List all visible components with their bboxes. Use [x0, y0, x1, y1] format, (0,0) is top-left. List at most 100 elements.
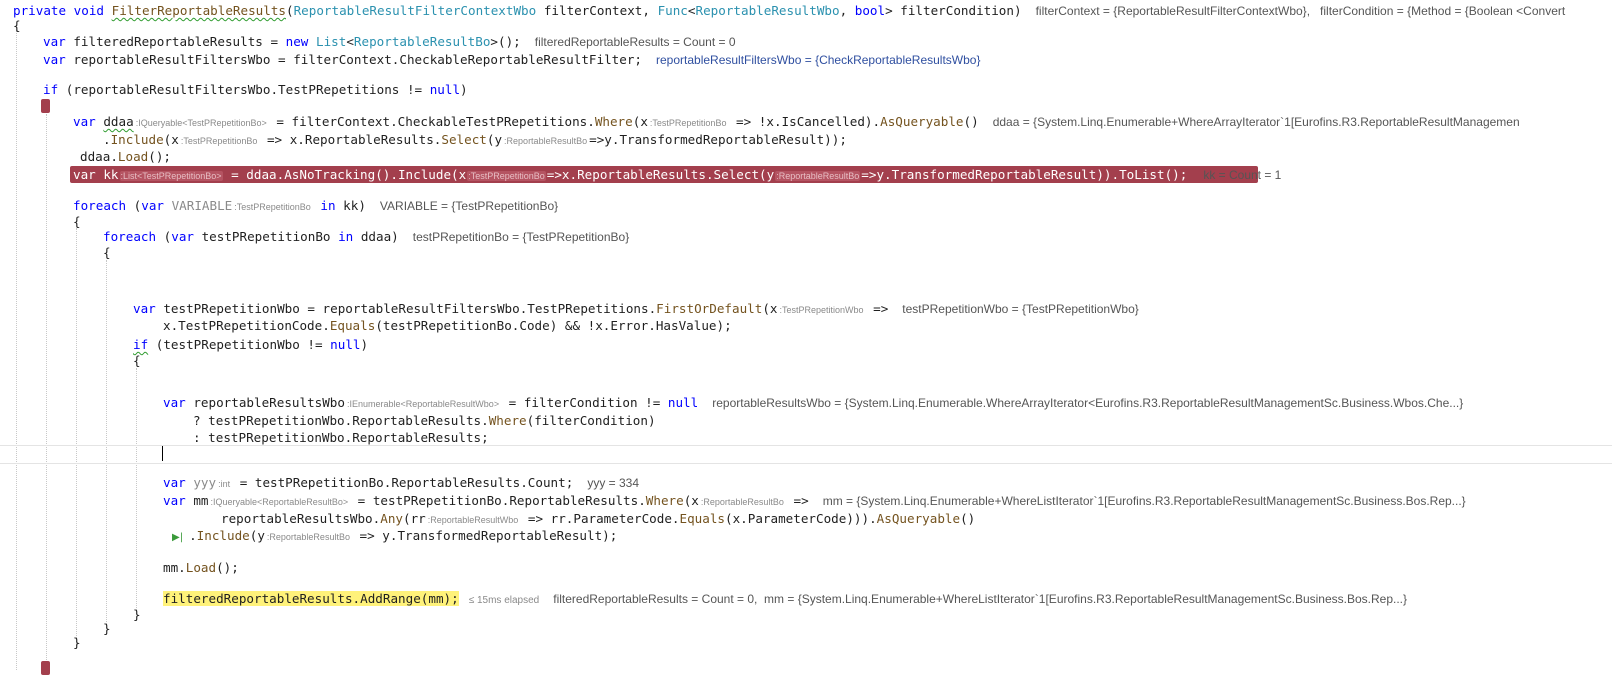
keyword: private — [13, 3, 67, 18]
code-line-brace[interactable]: { — [103, 244, 111, 262]
method-call[interactable]: Where — [646, 493, 684, 508]
code-line[interactable]: var filteredReportableResults = new List… — [43, 33, 736, 51]
method-call[interactable]: Include — [111, 132, 164, 147]
code-text: ddaa) — [353, 229, 399, 244]
code-line[interactable]: ▶| .Include(y:ReportableResultBo => y.Tra… — [172, 527, 617, 545]
code-line[interactable]: var testPRepetitionWbo = reportableResul… — [133, 300, 1139, 318]
code-text: (x — [683, 493, 699, 508]
code-text: testPRepetitionWbo = reportableResultFil… — [155, 301, 657, 316]
debug-value-hint[interactable]: yyy = 334 — [587, 476, 639, 490]
debug-value-hint[interactable]: reportableResultFiltersWbo = {CheckRepor… — [656, 53, 981, 67]
code-line-brace[interactable]: { — [133, 352, 141, 370]
brace: { — [133, 353, 141, 368]
code-text: ddaa. — [80, 149, 118, 164]
debug-value-hint[interactable]: filteredReportableResults = Count = 0, m… — [553, 592, 1407, 606]
keyword: in — [320, 198, 336, 213]
method-call[interactable]: FirstOrDefault — [656, 301, 762, 316]
inlay-type-hint: :ReportableResultWbo — [427, 515, 519, 525]
code-line[interactable]: : testPRepetitionWbo.ReportableResults; — [193, 429, 489, 447]
inlay-type-hint: :int — [218, 479, 231, 489]
code-editor[interactable]: private void FilterReportableResults(Rep… — [0, 0, 1612, 696]
code-line[interactable]: var ddaa:IQueryable<TestPRepetitionBo> =… — [73, 113, 1520, 131]
debug-value-hint[interactable]: testPRepetitionWbo = {TestPRepetitionWbo… — [902, 302, 1138, 316]
code-text: ( — [126, 198, 142, 213]
method-call[interactable]: Where — [489, 413, 527, 428]
code-text: ? testPRepetitionWbo.ReportableResults. — [193, 413, 489, 428]
code-text: (rr — [402, 511, 426, 526]
code-line[interactable]: var reportableResultFiltersWbo = filterC… — [43, 51, 981, 69]
indent-guide — [76, 228, 77, 646]
debug-value-hint[interactable]: filteredReportableResults = Count = 0 — [535, 35, 736, 49]
debug-value-hint[interactable]: testPRepetitionBo = {TestPRepetitionBo} — [413, 230, 629, 244]
method-call[interactable]: Equals — [680, 511, 726, 526]
code-line-if[interactable]: if (reportableResultFiltersWbo.TestPRepe… — [43, 81, 468, 99]
code-text: (testPRepetitionBo.Code) && !x.Error.Has… — [375, 318, 732, 333]
code-text: (reportableResultFiltersWbo.TestPRepetit… — [58, 82, 430, 97]
code-line-brace[interactable]: { — [13, 17, 21, 35]
type-name[interactable]: ReportableResultBo — [354, 34, 490, 49]
indent-guide — [16, 30, 17, 670]
variable-name[interactable]: VARIABLE — [172, 198, 233, 213]
type-name[interactable]: List — [316, 34, 346, 49]
code-line-current-statement[interactable]: filteredReportableResults.AddRange(mm); ≤… — [163, 590, 1407, 608]
debug-value-hint[interactable]: filterCondition = {Method = {Boolean <Co… — [1320, 4, 1565, 18]
run-to-click-icon[interactable]: ▶| — [172, 532, 183, 543]
debug-value-hint[interactable]: mm = {System.Linq.Enumerable+WhereListIt… — [823, 494, 1466, 508]
debug-value-hint[interactable]: VARIABLE = {TestPRepetitionBo} — [380, 199, 558, 213]
type-name[interactable]: Func — [658, 3, 688, 18]
code-line-brace[interactable]: } — [73, 634, 81, 652]
method-call[interactable]: Where — [595, 114, 633, 129]
code-line[interactable]: var yyy:int = testPRepetitionBo.Reportab… — [163, 474, 639, 492]
method-name[interactable]: FilterReportableResults — [112, 3, 286, 18]
variable-name[interactable]: ddaa — [103, 114, 133, 129]
code-line[interactable]: ? testPRepetitionWbo.ReportableResults.W… — [193, 412, 656, 430]
type-name[interactable]: ReportableResultWbo — [696, 3, 840, 18]
code-line-brace[interactable]: { — [73, 213, 81, 231]
method-call[interactable]: Include — [197, 528, 250, 543]
code-line[interactable]: x.TestPRepetitionCode.Equals(testPRepeti… — [163, 317, 732, 335]
type-name[interactable]: ReportableResultFilterContextWbo — [294, 3, 537, 18]
code-line[interactable]: mm.Load(); — [163, 559, 239, 577]
method-call[interactable]: Load — [186, 560, 216, 575]
method-call[interactable]: Select — [441, 132, 487, 147]
keyword: var — [73, 114, 96, 129]
debug-value-hint[interactable]: kk = Count = 1 — [1203, 168, 1281, 182]
code-text: = filterContext.CheckableTestPRepetition… — [268, 114, 595, 129]
keyword: var — [141, 198, 164, 213]
code-line[interactable]: reportableResultsWbo.Any(rr:ReportableRe… — [221, 510, 975, 528]
debug-value-hint[interactable]: filterContext = {ReportableResultFilterC… — [1036, 4, 1310, 18]
code-line-foreach[interactable]: foreach (var VARIABLE:TestPRepetitionBo … — [73, 197, 558, 215]
perf-tip-elapsed[interactable]: ≤ 15ms elapsed — [469, 595, 540, 606]
code-line[interactable]: ddaa.Load(); — [80, 148, 171, 166]
code-text: testPRepetitionBo — [194, 229, 339, 244]
code-line-breakpoint[interactable]: var kk:List<TestPRepetitionBo> = ddaa.As… — [73, 166, 1281, 184]
variable-name[interactable]: yyy — [193, 475, 216, 490]
method-call[interactable]: AsQueryable — [877, 511, 960, 526]
breakpoint-brace-marker[interactable] — [41, 99, 50, 113]
code-line-brace[interactable]: } — [103, 620, 111, 638]
method-call[interactable]: AsQueryable — [880, 114, 963, 129]
code-text: = testPRepetitionBo.ReportableResults.Co… — [232, 475, 574, 490]
method-call[interactable]: Load — [118, 149, 148, 164]
code-text: =>y.TransformedReportableResult)).ToList… — [861, 167, 1188, 182]
code-text: (x — [762, 301, 778, 316]
debug-value-hint[interactable]: reportableResultsWbo = {System.Linq.Enum… — [712, 396, 1463, 410]
brace: } — [133, 607, 141, 622]
code-line[interactable]: var reportableResultsWbo:IEnumerable<Rep… — [163, 394, 1463, 412]
method-call[interactable]: Any — [380, 511, 403, 526]
debug-value-hint[interactable]: ddaa = {System.Linq.Enumerable+WhereArra… — [993, 115, 1520, 129]
code-text: . — [189, 528, 197, 543]
method-call[interactable]: Equals — [330, 318, 376, 333]
code-line-method-signature[interactable]: private void FilterReportableResults(Rep… — [13, 2, 1565, 20]
brace: { — [73, 214, 81, 229]
code-line-if[interactable]: if (testPRepetitionWbo != null) — [133, 336, 368, 354]
code-text: =>x.ReportableResults.Select(y — [546, 167, 775, 182]
code-line[interactable]: var mm:IQueryable<ReportableResultBo> = … — [163, 492, 1466, 510]
code-line-foreach[interactable]: foreach (var testPRepetitionBo in ddaa) t… — [103, 228, 629, 246]
breakpoint-brace-marker[interactable] — [41, 661, 50, 675]
code-line[interactable]: .Include(x:TestPRepetitionBo => x.Report… — [103, 131, 847, 149]
code-text: => y.TransformedReportableResult); — [351, 528, 618, 543]
keyword: null — [330, 337, 361, 352]
inlay-type-hint: :IEnumerable<ReportableResultWbo> — [346, 399, 500, 409]
code-line-brace[interactable]: } — [133, 606, 141, 624]
